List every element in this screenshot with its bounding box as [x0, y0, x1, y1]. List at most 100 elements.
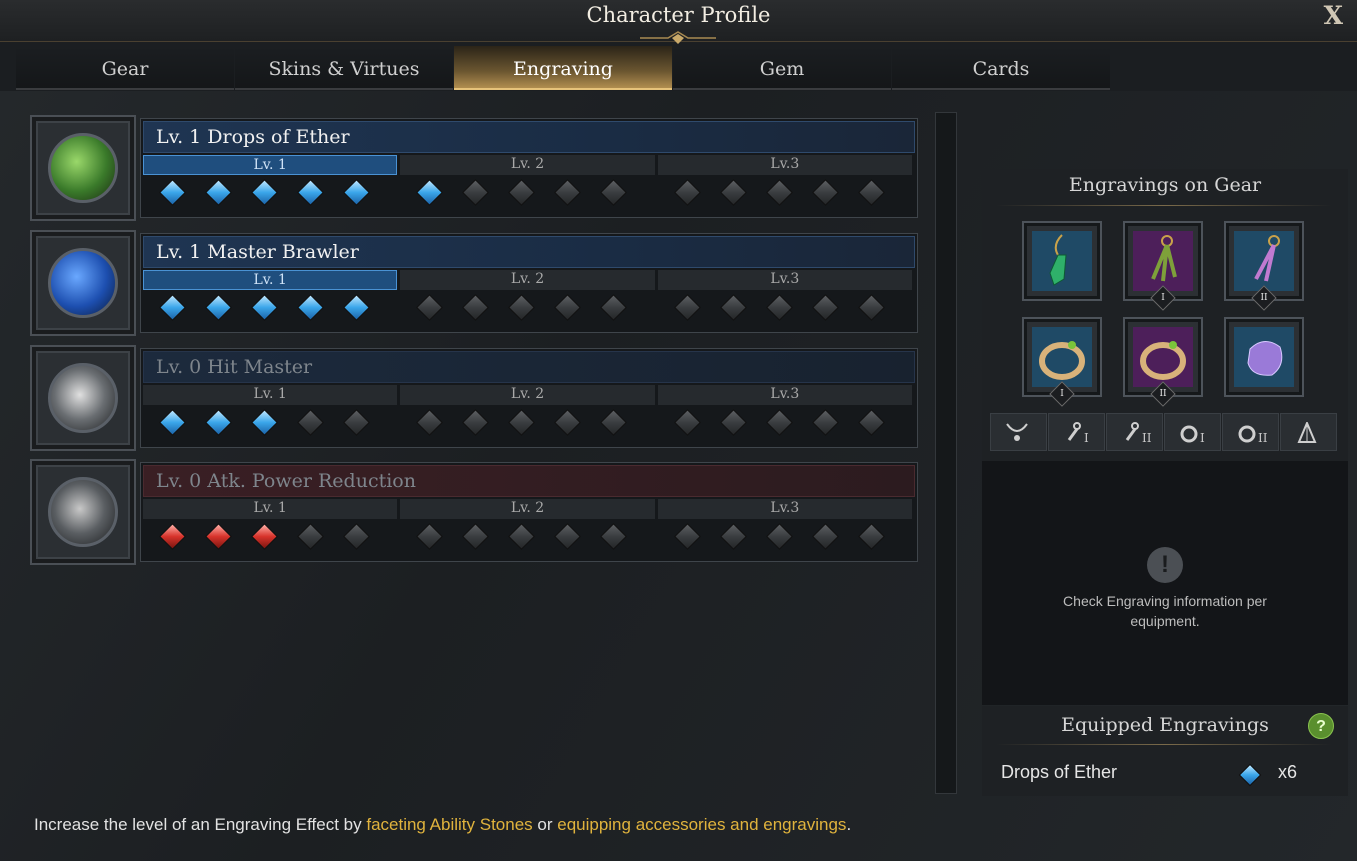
gray-gem-icon: [719, 523, 747, 550]
window-title: Character Profile: [586, 3, 771, 27]
engraving-medallion: [30, 115, 136, 221]
engraving-level-block: Lv. 2: [400, 155, 655, 215]
engraving-level-block: Lv.3: [657, 499, 912, 559]
gear-panel-title: Engravings on Gear: [1068, 174, 1262, 196]
gear-slot-ability-stone[interactable]: [1224, 317, 1304, 397]
filter-ring-1[interactable]: I: [1164, 413, 1221, 451]
gray-gem-icon: [765, 179, 793, 206]
footer-middle: or: [532, 815, 558, 834]
equipped-item-name: Drops of Ether: [1001, 762, 1118, 782]
gray-gem-icon: [600, 179, 628, 206]
engraving-row[interactable]: Lv. 0 Atk. Power Reduction Lv. 1 Lv. 2 Lv.3: [30, 459, 918, 565]
gear-slot-ring-2[interactable]: II: [1123, 317, 1203, 407]
equipped-engravings-panel: Equipped Engravings ? Drops of Ether x6: [982, 706, 1348, 796]
necklace-icon: [1032, 231, 1092, 291]
engraving-level-block: Lv.3: [657, 270, 912, 330]
engraving-medallion: [30, 230, 136, 336]
roman-numeral: I: [1060, 389, 1064, 399]
engravings-on-gear-panel: Engravings on Gear I II I II I II I II !…: [982, 169, 1348, 705]
level-label: Lv.3: [657, 385, 912, 405]
ability-stone-icon: [1234, 327, 1294, 387]
ring-icon: [1032, 327, 1092, 387]
blue-gem-icon: [205, 409, 232, 436]
roman-numeral: II: [1260, 293, 1268, 303]
engraving-row[interactable]: Lv. 1 Master Brawler Lv. 1 Lv. 2 Lv.3: [30, 230, 918, 336]
gray-gem-icon: [416, 409, 444, 436]
gear-filter-bar: I II I II: [990, 413, 1340, 451]
ring-filter-icon: [1180, 425, 1198, 443]
roman-numeral: I: [1161, 293, 1165, 303]
tab-bar: Gear Skins & Virtues Engraving Gem Cards: [16, 46, 1111, 90]
equipping-link[interactable]: equipping accessories and engravings: [557, 815, 846, 834]
gear-slot-earring-1[interactable]: I: [1123, 221, 1203, 311]
engraving-levels: Lv. 1 Lv. 2 Lv.3: [143, 270, 915, 330]
gray-gem-icon: [554, 409, 582, 436]
tab-gem[interactable]: Gem: [673, 46, 891, 90]
engraving-row[interactable]: Lv. 0 Hit Master Lv. 1 Lv. 2 Lv.3: [30, 345, 918, 451]
engraving-medallion: [30, 459, 136, 565]
blue-gem-icon: [343, 179, 370, 206]
blue-gem-icon: [159, 409, 186, 436]
equipped-divider: [996, 744, 1332, 745]
gray-gem-icon: [811, 409, 839, 436]
close-button[interactable]: X: [1324, 1, 1343, 30]
blue-gem-icon: [251, 294, 278, 321]
gem-row: [416, 294, 650, 321]
blue-gem-icon: [159, 179, 186, 206]
gear-slot-earring-2[interactable]: II: [1224, 221, 1304, 311]
footer-hint: Increase the level of an Engraving Effec…: [34, 815, 851, 835]
gear-panel-divider: [996, 205, 1332, 206]
engraving-row-body: Lv. 0 Hit Master Lv. 1 Lv. 2 Lv.3: [140, 348, 918, 448]
gray-gem-icon: [343, 523, 370, 550]
gray-gem-icon: [554, 523, 582, 550]
tab-engraving[interactable]: Engraving: [454, 46, 672, 90]
gear-slot-ring-1[interactable]: I: [1022, 317, 1102, 407]
filter-necklace[interactable]: [990, 413, 1047, 451]
gray-gem-icon: [462, 523, 490, 550]
gray-gem-icon: [462, 179, 490, 206]
atk-power-reduction-icon: [48, 477, 118, 547]
gem-row: [673, 294, 908, 321]
footer-prefix: Increase the level of an Engraving Effec…: [34, 815, 367, 834]
engraving-level-block: Lv. 2: [400, 270, 655, 330]
gray-gem-icon: [857, 523, 885, 550]
hit-master-icon: [48, 363, 118, 433]
gray-gem-icon: [765, 523, 793, 550]
scrollbar[interactable]: [935, 112, 957, 794]
tab-skins-virtues[interactable]: Skins & Virtues: [235, 46, 453, 90]
gem-row: [159, 523, 393, 550]
blue-gem-icon: [416, 179, 444, 206]
gray-gem-icon: [508, 523, 536, 550]
footer-suffix: .: [846, 815, 852, 834]
gray-gem-icon: [765, 409, 793, 436]
master-brawler-icon: [48, 248, 118, 318]
gray-gem-icon: [343, 409, 370, 436]
gem-row: [416, 523, 650, 550]
faceting-link[interactable]: faceting Ability Stones: [366, 815, 532, 834]
tab-cards[interactable]: Cards: [892, 46, 1110, 90]
gem-row: [673, 409, 908, 436]
stone-filter-icon: [1297, 422, 1317, 443]
gear-slot-necklace[interactable]: [1022, 221, 1102, 301]
tab-gear[interactable]: Gear: [16, 46, 234, 90]
engraving-row[interactable]: Lv. 1 Drops of Ether Lv. 1 Lv. 2 Lv.3: [30, 115, 918, 221]
equipped-title: Equipped Engravings: [1061, 714, 1269, 736]
engraving-name: Lv. 1 Drops of Ether: [143, 121, 915, 153]
filter-earring-1[interactable]: I: [1048, 413, 1105, 451]
gray-gem-icon: [857, 409, 885, 436]
gem-row: [416, 409, 650, 436]
info-icon: !: [1147, 547, 1183, 583]
filter-stone[interactable]: [1280, 413, 1337, 451]
filter-ring-2[interactable]: II: [1222, 413, 1279, 451]
level-label: Lv. 2: [400, 155, 655, 175]
blue-gem-icon: [343, 294, 370, 321]
gray-gem-icon: [462, 294, 490, 321]
engraving-level-block: Lv. 1: [143, 155, 398, 215]
title-bar: Character Profile X: [0, 0, 1357, 44]
gray-gem-icon: [508, 409, 536, 436]
filter-earring-2[interactable]: II: [1106, 413, 1163, 451]
engraving-name: Lv. 0 Atk. Power Reduction: [143, 465, 915, 497]
help-button[interactable]: ?: [1308, 713, 1334, 739]
gray-gem-icon: [600, 409, 628, 436]
engraving-info-area: ! Check Engraving information per equipm…: [982, 461, 1348, 705]
